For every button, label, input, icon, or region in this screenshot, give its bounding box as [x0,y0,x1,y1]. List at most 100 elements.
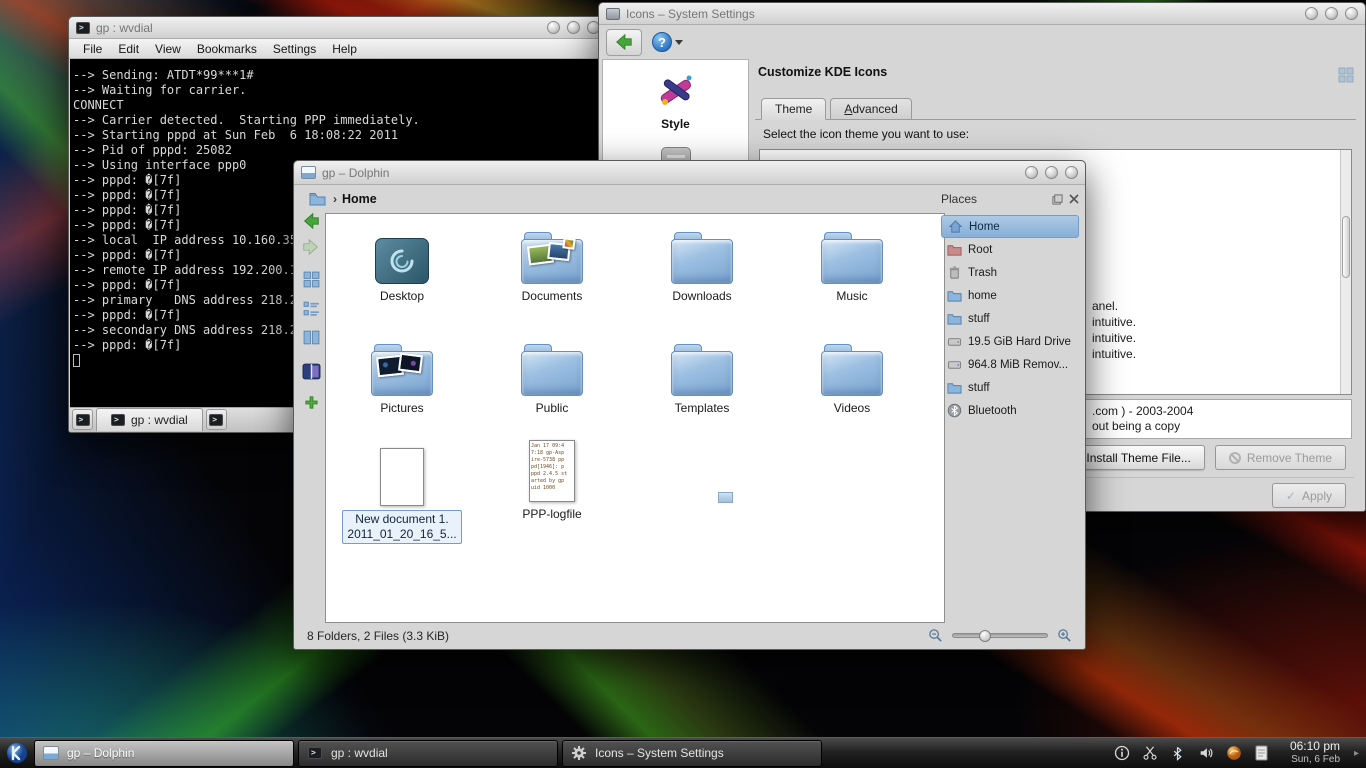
minimize-button[interactable] [1305,7,1318,20]
konsole-tab[interactable]: gp : wvdial [96,408,203,431]
folder-item[interactable]: Templates [642,334,762,415]
public-folder-icon [521,344,583,396]
tab-theme[interactable]: Theme [761,98,826,120]
scrollbar-thumb[interactable] [1342,216,1350,278]
pictures-folder-icon [371,344,433,396]
task-dolphin[interactable]: gp – Dolphin [34,740,294,767]
place-home[interactable]: Home [941,215,1079,238]
back-button[interactable] [606,29,642,56]
scrollbar[interactable] [1340,150,1351,394]
tab-advanced[interactable]: Advanced [830,98,911,120]
place-trash[interactable]: Trash [941,261,1079,284]
kickoff-launcher-icon[interactable] [3,740,30,767]
icons-view-button[interactable] [303,271,320,288]
place-home-folder[interactable]: home [941,284,1079,307]
hard-drive-icon [946,334,962,350]
place-hard-drive[interactable]: 19.5 GiB Hard Drive [941,330,1079,353]
taskbar: gp – Dolphin gp : wvdial Icons – System … [0,737,1366,768]
menu-settings[interactable]: Settings [265,40,324,58]
place-root[interactable]: Root [941,238,1079,261]
zoom-in-icon[interactable] [1057,628,1072,643]
maximize-button[interactable] [567,21,580,34]
task-konsole[interactable]: gp : wvdial [298,740,558,767]
split-view-button[interactable] [302,362,321,381]
bluetooth-icon[interactable] [1169,744,1187,762]
menu-edit[interactable]: Edit [110,40,147,58]
zoom-slider-handle[interactable] [979,630,991,642]
klipper-icon[interactable] [1141,744,1159,762]
maximize-button[interactable] [1325,7,1338,20]
terminal-line: --> Pid of pppd: 25082 [73,143,603,158]
task-system-settings[interactable]: Icons – System Settings [562,740,822,767]
folder-item[interactable]: Downloads [642,222,762,303]
place-stuff[interactable]: stuff [941,307,1079,330]
panel-toolbox-icon[interactable]: ▸ [1350,740,1363,767]
new-tab-button[interactable] [72,409,93,430]
apply-button[interactable]: ✓ Apply [1272,483,1346,508]
clipboard-icon[interactable] [1253,744,1271,762]
close-panel-icon[interactable] [1069,194,1079,204]
menu-view[interactable]: View [147,40,189,58]
document-icon [380,448,424,506]
folder-item[interactable]: Desktop [342,222,462,303]
place-stuff-2[interactable]: stuff [941,376,1079,399]
icon-sizes-grid-icon[interactable] [1338,67,1354,83]
dolphin-file-view[interactable]: Desktop Documents Downloads Music [325,213,945,623]
removable-drive-icon [946,357,962,373]
float-panel-icon[interactable] [1052,194,1063,205]
zoom-slider[interactable] [952,633,1048,638]
device-notifier-icon[interactable] [1113,744,1131,762]
terminal-cursor [73,354,80,367]
breadcrumb-root-button[interactable] [306,189,328,209]
minimize-button[interactable] [1025,166,1038,179]
page-title: Customize KDE Icons [758,65,887,79]
chevron-right-icon: › [333,192,337,206]
breadcrumb-home[interactable]: Home [342,192,377,206]
clock-time: 06:10 pm [1290,740,1340,753]
documents-folder-icon [521,232,583,284]
folder-item[interactable]: Public [492,334,612,415]
terminal-line: --> Sending: ATDT*99***1# [73,68,603,83]
place-bluetooth[interactable]: Bluetooth [941,399,1079,422]
close-tab-button[interactable] [206,409,227,430]
menu-help[interactable]: Help [324,40,365,58]
folder-item[interactable]: Pictures [342,334,462,415]
minimize-button[interactable] [547,21,560,34]
install-theme-button[interactable]: Install Theme File... [1072,445,1204,470]
add-button[interactable] [304,395,319,410]
menu-file[interactable]: File [75,40,110,58]
dolphin-titlebar[interactable]: gp – Dolphin [294,161,1085,185]
folder-item[interactable]: Documents [492,222,612,303]
close-button[interactable] [1345,7,1358,20]
taskbar-clock[interactable]: 06:10 pm Sun, 6 Feb [1284,740,1346,766]
back-button[interactable] [301,211,321,231]
help-button[interactable]: ? [652,32,683,52]
downloads-folder-icon [671,232,733,284]
folder-item[interactable]: Music [792,222,912,303]
file-item[interactable]: Jan 17 09:4 7:18 gp-Asp ire-5738 pp pd[1… [492,436,612,521]
folder-item[interactable]: Videos [792,334,912,415]
konsole-titlebar[interactable]: gp : wvdial [69,17,607,39]
volume-icon[interactable] [1197,744,1215,762]
settings-window-title: Icons – System Settings [626,7,755,21]
folder-label: Pictures [342,401,462,415]
columns-view-button[interactable] [303,329,320,346]
places-panel-title: Places [941,192,977,206]
folder-label: Videos [792,401,912,415]
remove-theme-button[interactable]: Remove Theme [1215,445,1346,470]
sidebar-item-style[interactable]: Style [603,60,748,131]
forward-button[interactable] [301,237,321,257]
maximize-button[interactable] [1045,166,1058,179]
folder-label: Public [492,401,612,415]
place-removable-drive[interactable]: 964.8 MiB Remov... [941,353,1079,376]
close-button[interactable] [1065,166,1078,179]
details-view-button[interactable] [303,300,320,317]
file-item-selected[interactable]: New document 1. 2011_01_20_16_5... [342,440,462,544]
folder-icon [946,380,962,396]
terminal-icon [76,414,90,426]
settings-titlebar[interactable]: Icons – System Settings [599,3,1365,25]
network-icon[interactable] [1225,744,1243,762]
menu-bookmarks[interactable]: Bookmarks [189,40,265,58]
trash-icon [946,265,962,281]
zoom-out-icon[interactable] [928,628,943,643]
